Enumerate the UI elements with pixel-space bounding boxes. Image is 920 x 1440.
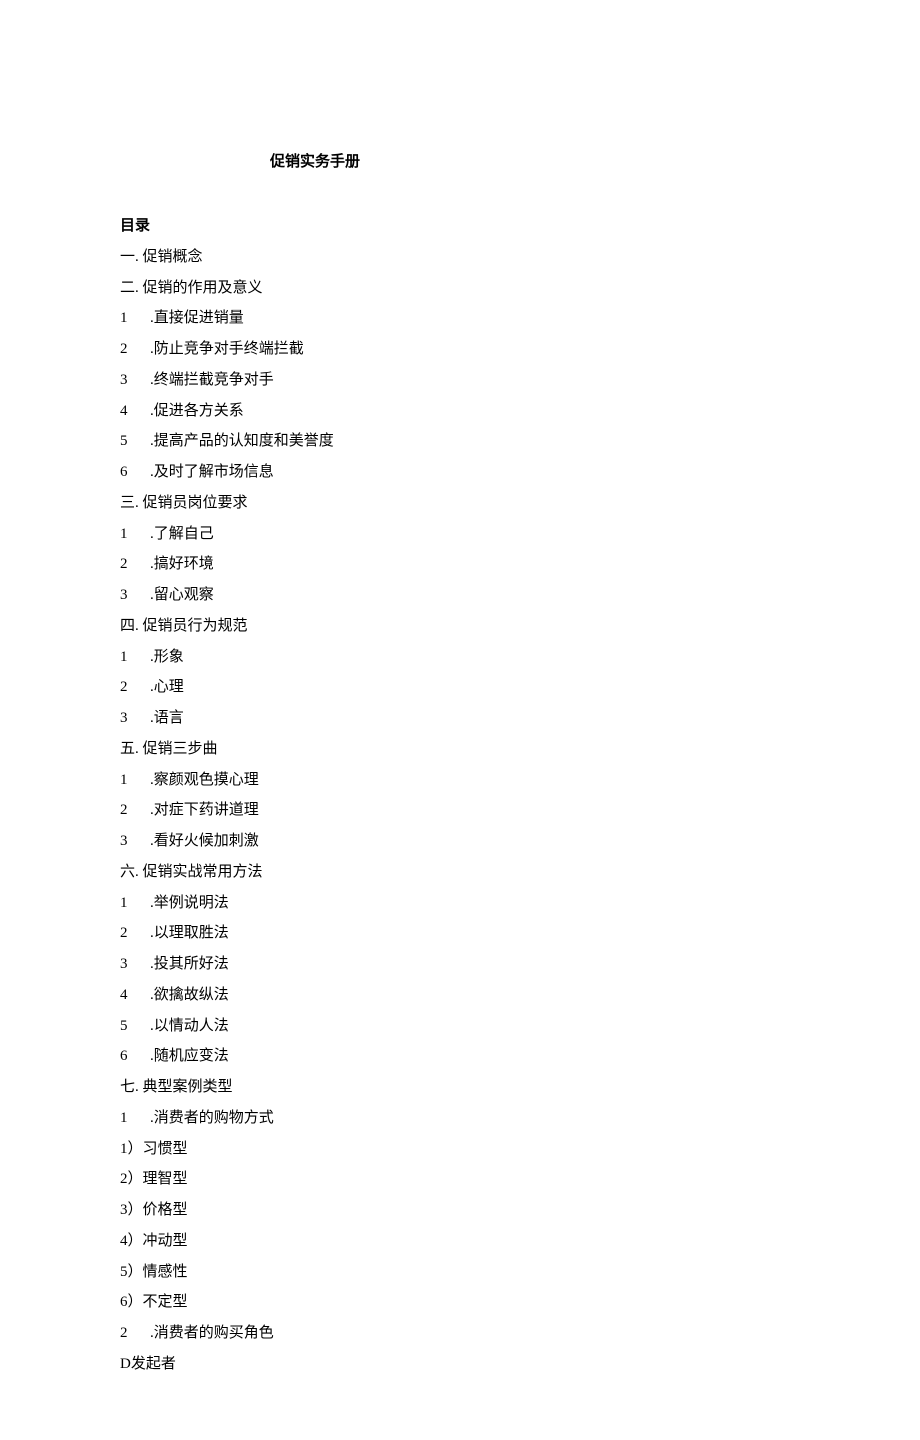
toc-item: 2.消费者的购买角色: [120, 1318, 800, 1349]
item-number: 3: [120, 703, 150, 734]
item-number: 3: [120, 826, 150, 857]
item-text: .直接促进销量: [150, 310, 244, 326]
toc-item: 1.形象: [120, 642, 800, 673]
item-text: .了解自己: [150, 526, 214, 542]
toc-item: 3.投其所好法: [120, 949, 800, 980]
item-number: 1: [120, 642, 150, 673]
toc-item: 2.对症下药讲道理: [120, 795, 800, 826]
item-number: 1: [120, 303, 150, 334]
item-number: 1: [120, 765, 150, 796]
section-heading: 四. 促销员行为规范: [120, 611, 800, 642]
toc-item: 4.促进各方关系: [120, 396, 800, 427]
toc-item: 2.以理取胜法: [120, 918, 800, 949]
section-heading: 三. 促销员岗位要求: [120, 488, 800, 519]
item-text: .形象: [150, 649, 184, 665]
item-text: .消费者的购买角色: [150, 1325, 274, 1341]
section-heading: 五. 促销三步曲: [120, 734, 800, 765]
toc-item: 6）不定型: [120, 1287, 800, 1318]
item-text: .随机应变法: [150, 1048, 229, 1064]
item-number: 2: [120, 672, 150, 703]
item-text: .及时了解市场信息: [150, 464, 274, 480]
toc-item: 1.消费者的购物方式: [120, 1103, 800, 1134]
item-text: .防止竞争对手终端拦截: [150, 341, 304, 357]
toc-item: 2）理智型: [120, 1164, 800, 1195]
toc-item: 2.心理: [120, 672, 800, 703]
item-number: 4: [120, 396, 150, 427]
item-text: .察颜观色摸心理: [150, 772, 259, 788]
item-text: .搞好环境: [150, 556, 214, 572]
item-number: 1: [120, 519, 150, 550]
item-number: 5: [120, 426, 150, 457]
item-text: .投其所好法: [150, 956, 229, 972]
item-number: 5: [120, 1011, 150, 1042]
section-heading: 二. 促销的作用及意义: [120, 273, 800, 304]
item-text: .欲擒故纵法: [150, 987, 229, 1003]
item-text: .看好火候加刺激: [150, 833, 259, 849]
toc-item: 3.留心观察: [120, 580, 800, 611]
toc-item: 3.语言: [120, 703, 800, 734]
item-number: 3: [120, 580, 150, 611]
section-heading: 六. 促销实战常用方法: [120, 857, 800, 888]
toc-item: 1.了解自己: [120, 519, 800, 550]
section-heading: 七. 典型案例类型: [120, 1072, 800, 1103]
item-text: .终端拦截竞争对手: [150, 372, 274, 388]
item-number: 2: [120, 334, 150, 365]
item-number: 1: [120, 888, 150, 919]
item-number: 2: [120, 918, 150, 949]
toc-item: 1）习惯型: [120, 1134, 800, 1165]
toc-item: 5.以情动人法: [120, 1011, 800, 1042]
document-title: 促销实务手册: [120, 150, 800, 171]
item-number: 3: [120, 949, 150, 980]
toc-item: 6.及时了解市场信息: [120, 457, 800, 488]
toc-item: 1.察颜观色摸心理: [120, 765, 800, 796]
item-number: 3: [120, 365, 150, 396]
toc-item: 4.欲擒故纵法: [120, 980, 800, 1011]
item-text: .心理: [150, 679, 184, 695]
item-text: .促进各方关系: [150, 403, 244, 419]
toc-item: 6.随机应变法: [120, 1041, 800, 1072]
toc-item: 4）冲动型: [120, 1226, 800, 1257]
toc-header: 目录: [120, 211, 800, 242]
toc-item: 1.直接促进销量: [120, 303, 800, 334]
item-text: .以情动人法: [150, 1018, 229, 1034]
toc-item: 2.防止竞争对手终端拦截: [120, 334, 800, 365]
section-heading: 一. 促销概念: [120, 242, 800, 273]
item-number: 4: [120, 980, 150, 1011]
item-number: 2: [120, 795, 150, 826]
item-text: .消费者的购物方式: [150, 1110, 274, 1126]
document-page: 促销实务手册 目录 一. 促销概念二. 促销的作用及意义1.直接促进销量2.防止…: [0, 0, 920, 1440]
item-number: 6: [120, 457, 150, 488]
item-text: .举例说明法: [150, 895, 229, 911]
item-text: .提高产品的认知度和美誉度: [150, 433, 334, 449]
toc-item: 2.搞好环境: [120, 549, 800, 580]
item-text: .以理取胜法: [150, 925, 229, 941]
toc-item: 3.终端拦截竞争对手: [120, 365, 800, 396]
toc-item: 5.提高产品的认知度和美誉度: [120, 426, 800, 457]
toc-item: D发起者: [120, 1349, 800, 1380]
toc-item: 1.举例说明法: [120, 888, 800, 919]
item-number: 6: [120, 1041, 150, 1072]
item-text: .对症下药讲道理: [150, 802, 259, 818]
toc-item: 3.看好火候加刺激: [120, 826, 800, 857]
item-number: 2: [120, 549, 150, 580]
toc-item: 5）情感性: [120, 1257, 800, 1288]
item-text: .语言: [150, 710, 184, 726]
item-text: .留心观察: [150, 587, 214, 603]
toc-item: 3）价格型: [120, 1195, 800, 1226]
item-number: 2: [120, 1318, 150, 1349]
toc-body: 一. 促销概念二. 促销的作用及意义1.直接促进销量2.防止竞争对手终端拦截3.…: [120, 242, 800, 1380]
item-number: 1: [120, 1103, 150, 1134]
